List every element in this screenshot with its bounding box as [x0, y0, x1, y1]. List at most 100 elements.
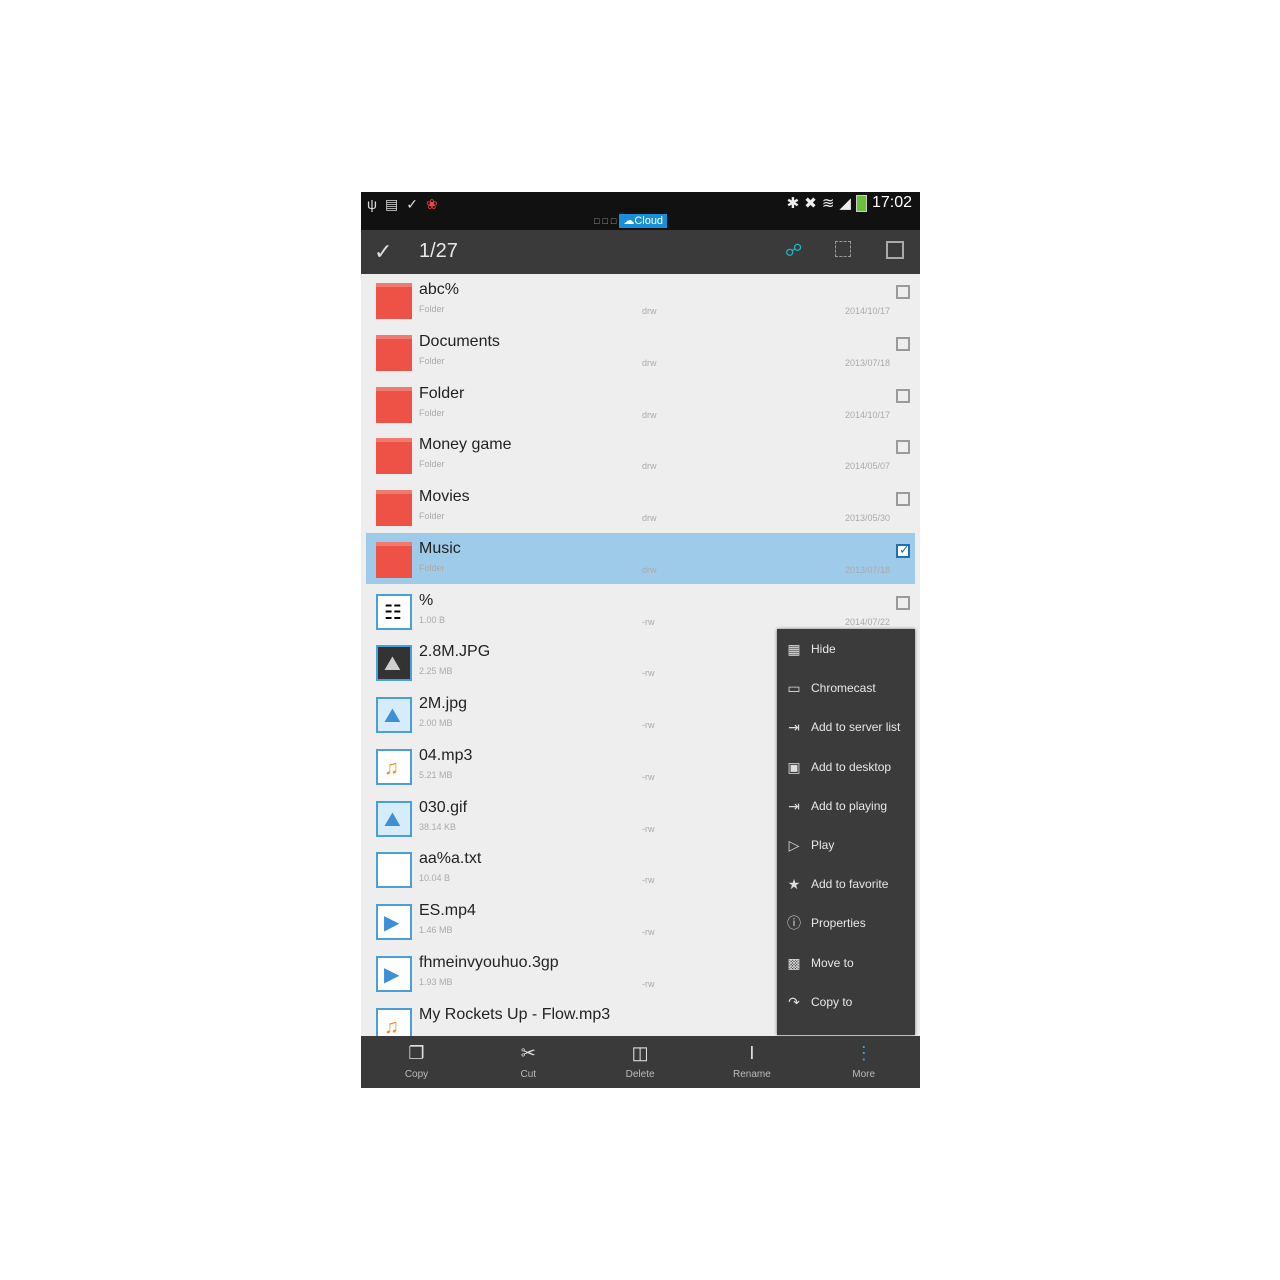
status-time: 17:02: [871, 194, 912, 211]
row-checkbox[interactable]: ✓: [896, 542, 910, 558]
usb-icon: ψ: [367, 196, 377, 212]
file-glyph: ⛰: [384, 653, 401, 676]
signal-icon: ◢: [839, 195, 851, 212]
menu-item-label: Add to favorite: [811, 877, 889, 892]
hide-folder-icon: ▦: [787, 641, 801, 657]
file-row[interactable]: ☷% 1.00 B -rw 2014/07/22: [366, 585, 915, 636]
cut-button[interactable]: ✂ Cut: [473, 1036, 584, 1088]
menu-item-chromecast[interactable]: ▭ Chromecast: [777, 668, 915, 707]
file-permissions: drw: [642, 461, 657, 472]
more-button[interactable]: ⋮ More: [808, 1036, 919, 1088]
row-checkbox[interactable]: [896, 285, 910, 299]
file-name: %: [419, 591, 434, 609]
small-notify-icon: □: [610, 216, 617, 226]
mute-icon: ✖: [804, 195, 817, 212]
status-bar: ψ ▤ ✓ ❀ □ □ □ ☁Cloud ✱ ✖ ≋ ◢ 17:02: [361, 192, 920, 230]
play-icon: ▷: [788, 837, 800, 853]
folder-icon: [376, 490, 412, 526]
toolbar-label: More: [852, 1069, 876, 1080]
menu-item-copy-to[interactable]: ↷ Copy to: [777, 982, 915, 1021]
menu-item-add-to-playing[interactable]: ⇥ Add to playing: [777, 786, 915, 825]
info-icon: ⓘ: [787, 915, 801, 932]
file-name: Money game: [419, 436, 512, 454]
add-server-icon: ⇥: [788, 719, 800, 736]
file-subtitle: Folder: [419, 355, 445, 366]
select-interval-icon[interactable]: [835, 241, 851, 257]
folder-icon: [376, 334, 412, 371]
row-checkbox[interactable]: [896, 440, 910, 455]
file-date: 2014/05/07: [844, 461, 890, 472]
file-permissions: drw: [642, 306, 657, 316]
trash-icon: ◫: [631, 1043, 649, 1063]
file-date: 2014/10/17: [844, 306, 890, 316]
file-permissions: -rw: [642, 616, 655, 627]
row-checkbox[interactable]: [896, 336, 910, 351]
star-icon: ★: [787, 876, 801, 893]
toolbar-label: Cut: [520, 1069, 537, 1080]
menu-item-add-to-favorite[interactable]: ★ Add to favorite: [777, 864, 915, 903]
cast-icon: ▭: [787, 680, 801, 697]
copy-button[interactable]: ❐ Copy: [361, 1036, 472, 1088]
menu-item-add-to-server-list[interactable]: ⇥ Add to server list: [777, 707, 915, 746]
toolbar-label: Copy: [404, 1069, 429, 1080]
more-menu: ▦ Hide ▭ Chromecast ⇥ Add to server list ▣ Add …: [777, 629, 915, 1035]
done-check-icon[interactable]: ✓: [374, 239, 392, 265]
menu-item-play[interactable]: ▷ Play: [777, 825, 915, 864]
battery-icon: [855, 194, 867, 212]
menu-item-label: Add to playing: [811, 798, 888, 813]
file-row[interactable]: Money game Folder drw 2014/05/07: [366, 429, 915, 480]
photo-file-icon: ⛰: [376, 645, 412, 682]
row-checkbox[interactable]: [896, 595, 910, 610]
file-name: ES.mp4: [419, 902, 476, 919]
menu-item-label: Chromecast: [811, 681, 876, 696]
status-right-icons: ✱ ✖ ≋ ◢ 17:02: [787, 194, 912, 212]
file-subtitle: Folder: [419, 562, 445, 573]
file-permissions: drw: [642, 409, 657, 420]
menu-item-label: Add to server list: [811, 720, 901, 735]
file-permissions: -rw: [642, 927, 655, 937]
video-file-icon: ▶: [376, 955, 412, 992]
file-row[interactable]: Folder Folder drw 2014/10/17: [366, 378, 915, 429]
file-permissions: drw: [642, 564, 657, 575]
file-date: 2013/07/18: [844, 564, 890, 575]
move-icon: ▩: [787, 954, 801, 971]
copy-icon: ❐: [408, 1043, 425, 1063]
file-row[interactable]: Documents Folder drw 2013/07/18: [366, 326, 915, 377]
row-checkbox[interactable]: [896, 492, 910, 506]
menu-item-hide[interactable]: ▦ Hide: [777, 629, 915, 668]
file-subtitle: 1.46 MB: [419, 925, 453, 935]
select-all-icon[interactable]: [886, 241, 904, 259]
file-permissions: drw: [642, 513, 657, 523]
file-subtitle: Folder: [419, 511, 445, 521]
file-name: fhmeinvyouhuo.3gp: [419, 953, 559, 971]
row-checkbox[interactable]: [896, 388, 910, 403]
file-glyph: ⛰: [384, 808, 401, 831]
file-glyph: ▶: [384, 963, 400, 986]
menu-item-label: Hide: [811, 642, 836, 656]
rename-button[interactable]: I Rename: [696, 1036, 807, 1088]
toolbar-label: Rename: [732, 1069, 771, 1080]
file-subtitle: 2.25 MB: [419, 666, 453, 677]
file-row[interactable]: Movies Folder drw 2013/05/30: [366, 481, 915, 532]
file-row[interactable]: Music Folder drw 2013/07/18 ✓: [366, 532, 915, 584]
file-date: 2014/07/22: [844, 616, 890, 627]
menu-item-label: Move to: [811, 955, 854, 970]
delete-button[interactable]: ◫ Delete: [585, 1036, 696, 1088]
file-date: 2014/10/17: [844, 409, 890, 420]
share-icon[interactable]: ☍: [785, 241, 803, 260]
file-name: 2.8M.JPG: [419, 643, 491, 661]
file-name: aa%a.txt: [419, 850, 482, 868]
selection-count: 1/27: [419, 240, 458, 262]
menu-item-properties[interactable]: ⓘ Properties: [777, 903, 915, 942]
color-app-icon: ❀: [425, 196, 438, 212]
file-date: 2013/05/30: [844, 513, 890, 523]
menu-item-move-to[interactable]: ▩ Move to: [777, 943, 915, 982]
menu-item-add-to-desktop[interactable]: ▣ Add to desktop: [777, 747, 915, 786]
image-file-icon: ⛰: [376, 800, 412, 837]
folder-icon: [376, 541, 412, 578]
file-glyph: ⛰: [384, 705, 401, 727]
file-name: My Rockets Up - Flow.mp3: [419, 1005, 611, 1023]
scissors-icon: ✂: [520, 1043, 536, 1063]
file-row[interactable]: abc% Folder drw 2014/10/17: [366, 274, 915, 325]
file-permissions: -rw: [642, 875, 655, 886]
